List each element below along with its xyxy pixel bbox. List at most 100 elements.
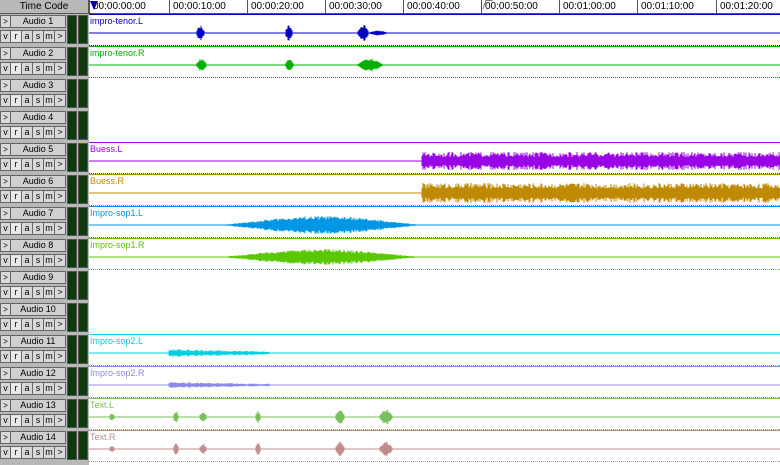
audio-region[interactable]: Impro-sop2.L xyxy=(89,334,780,366)
mute-button[interactable]: m xyxy=(44,158,55,171)
track-lane[interactable]: impro-tenor.L xyxy=(89,14,780,46)
mute-button[interactable]: m xyxy=(44,126,55,139)
automation-button[interactable]: a xyxy=(22,158,33,171)
audio-region[interactable]: Text.L xyxy=(89,398,780,430)
track-view-button[interactable]: > xyxy=(55,62,66,75)
track-name[interactable]: Audio 12 xyxy=(11,367,66,380)
track-lane[interactable]: Text.L xyxy=(89,398,780,430)
track-view-button[interactable]: > xyxy=(55,30,66,43)
automation-button[interactable]: a xyxy=(22,254,33,267)
audio-region[interactable]: Buess.L xyxy=(89,142,780,174)
track-lane[interactable]: Buess.R xyxy=(89,174,780,206)
voice-button[interactable]: v xyxy=(0,94,11,107)
audio-region[interactable]: Impro-sop2.R xyxy=(89,366,780,398)
automation-button[interactable]: a xyxy=(22,350,33,363)
voice-button[interactable]: v xyxy=(0,286,11,299)
solo-button[interactable]: s xyxy=(33,286,44,299)
audio-region[interactable]: Buess.R xyxy=(89,174,780,206)
expand-track-button[interactable]: > xyxy=(0,175,11,188)
track-view-button[interactable]: > xyxy=(55,190,66,203)
record-button[interactable]: r xyxy=(11,414,22,427)
record-button[interactable]: r xyxy=(11,94,22,107)
record-button[interactable]: r xyxy=(11,222,22,235)
voice-button[interactable]: v xyxy=(0,350,11,363)
track-lane[interactable]: Impro-sop2.L xyxy=(89,334,780,366)
mute-button[interactable]: m xyxy=(44,30,55,43)
track-view-button[interactable]: > xyxy=(55,414,66,427)
track-name[interactable]: Audio 1 xyxy=(11,15,66,28)
track-name[interactable]: Audio 6 xyxy=(11,175,66,188)
track-header[interactable]: > Audio 13 v r a s m > xyxy=(0,398,89,430)
audio-region[interactable]: Text.R xyxy=(89,430,780,462)
track-header[interactable]: > Audio 14 v r a s m > xyxy=(0,430,89,462)
time-code-header[interactable]: Time Code xyxy=(0,0,89,14)
track-name[interactable]: Audio 10 xyxy=(11,303,66,316)
solo-button[interactable]: s xyxy=(33,350,44,363)
mute-button[interactable]: m xyxy=(44,62,55,75)
track-header[interactable]: > Audio 2 v r a s m > xyxy=(0,46,89,78)
automation-button[interactable]: a xyxy=(22,382,33,395)
record-button[interactable]: r xyxy=(11,446,22,459)
mute-button[interactable]: m xyxy=(44,318,55,331)
track-view-button[interactable]: > xyxy=(55,446,66,459)
track-view-button[interactable]: > xyxy=(55,318,66,331)
track-name[interactable]: Audio 8 xyxy=(11,239,66,252)
voice-button[interactable]: v xyxy=(0,126,11,139)
track-name[interactable]: Audio 7 xyxy=(11,207,66,220)
timeline-ruler[interactable]: 00:00:00:00 00:00:10:00 00:00:20:00 00:00:3… xyxy=(89,0,780,14)
voice-button[interactable]: v xyxy=(0,318,11,331)
solo-button[interactable]: s xyxy=(33,414,44,427)
automation-button[interactable]: a xyxy=(22,446,33,459)
voice-button[interactable]: v xyxy=(0,30,11,43)
track-view-button[interactable]: > xyxy=(55,126,66,139)
expand-track-button[interactable]: > xyxy=(0,15,11,28)
expand-track-button[interactable]: > xyxy=(0,431,11,444)
automation-button[interactable]: a xyxy=(22,286,33,299)
expand-track-button[interactable]: > xyxy=(0,47,11,60)
voice-button[interactable]: v xyxy=(0,254,11,267)
voice-button[interactable]: v xyxy=(0,414,11,427)
track-header[interactable]: > Audio 9 v r a s m > xyxy=(0,270,89,302)
voice-button[interactable]: v xyxy=(0,222,11,235)
track-name[interactable]: Audio 13 xyxy=(11,399,66,412)
record-button[interactable]: r xyxy=(11,158,22,171)
audio-region[interactable]: impro-tenor.R xyxy=(89,46,780,78)
track-view-button[interactable]: > xyxy=(55,158,66,171)
solo-button[interactable]: s xyxy=(33,126,44,139)
track-view-button[interactable]: > xyxy=(55,382,66,395)
audio-region[interactable]: Impro-sop1.R xyxy=(89,238,780,270)
mute-button[interactable]: m xyxy=(44,286,55,299)
voice-button[interactable]: v xyxy=(0,382,11,395)
mute-button[interactable]: m xyxy=(44,350,55,363)
audio-region[interactable]: impro-tenor.L xyxy=(89,14,780,46)
expand-track-button[interactable]: > xyxy=(0,271,11,284)
expand-track-button[interactable]: > xyxy=(0,111,11,124)
automation-button[interactable]: a xyxy=(22,222,33,235)
solo-button[interactable]: s xyxy=(33,254,44,267)
track-lane[interactable] xyxy=(89,302,780,334)
expand-track-button[interactable]: > xyxy=(0,335,11,348)
expand-track-button[interactable]: > xyxy=(0,239,11,252)
voice-button[interactable]: v xyxy=(0,62,11,75)
track-lane[interactable] xyxy=(89,270,780,302)
track-header[interactable]: > Audio 4 v r a s m > xyxy=(0,110,89,142)
track-lane[interactable] xyxy=(89,78,780,110)
track-header[interactable]: > Audio 7 v r a s m > xyxy=(0,206,89,238)
track-name[interactable]: Audio 3 xyxy=(11,79,66,92)
record-button[interactable]: r xyxy=(11,30,22,43)
track-view-button[interactable]: > xyxy=(55,254,66,267)
automation-button[interactable]: a xyxy=(22,62,33,75)
track-lane[interactable]: Impro-sop1.R xyxy=(89,238,780,270)
mute-button[interactable]: m xyxy=(44,382,55,395)
record-button[interactable]: r xyxy=(11,254,22,267)
record-button[interactable]: r xyxy=(11,126,22,139)
voice-button[interactable]: v xyxy=(0,446,11,459)
solo-button[interactable]: s xyxy=(33,62,44,75)
track-name[interactable]: Audio 2 xyxy=(11,47,66,60)
expand-track-button[interactable]: > xyxy=(0,399,11,412)
track-view-button[interactable]: > xyxy=(55,222,66,235)
automation-button[interactable]: a xyxy=(22,318,33,331)
automation-button[interactable]: a xyxy=(22,30,33,43)
track-name[interactable]: Audio 5 xyxy=(11,143,66,156)
expand-track-button[interactable]: > xyxy=(0,207,11,220)
